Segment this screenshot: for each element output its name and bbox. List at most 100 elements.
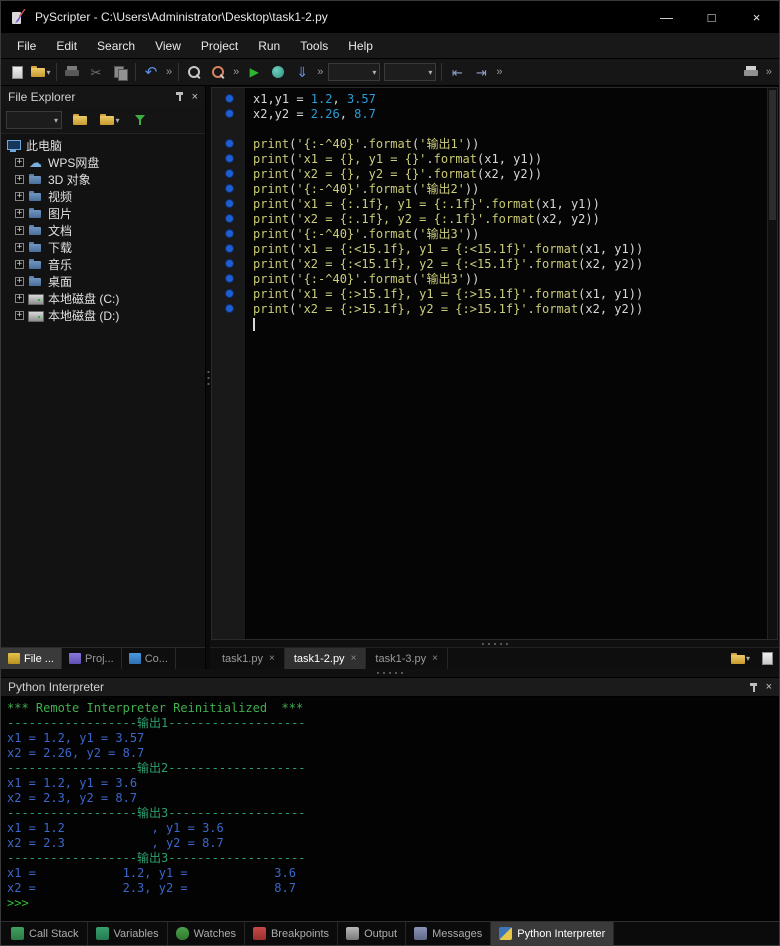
explorer-path-combo[interactable]: ▾ xyxy=(6,111,62,129)
tree-item[interactable]: + ☁ WPS网盘 xyxy=(1,154,205,171)
explorer-tab-file[interactable]: File ... xyxy=(1,648,62,669)
maximize-button[interactable]: □ xyxy=(689,1,734,33)
panel-close-icon[interactable]: × xyxy=(192,91,198,103)
pin-icon[interactable] xyxy=(174,91,185,102)
new-module-button[interactable] xyxy=(756,648,779,669)
explorer-tab-proj[interactable]: Proj... xyxy=(62,648,122,669)
tree-expander-icon[interactable]: + xyxy=(15,192,24,201)
bottom-tab-watches[interactable]: Watches xyxy=(168,922,245,945)
open-file-button[interactable]: ▾ xyxy=(29,61,53,83)
dedent-button[interactable]: ⇤ xyxy=(445,61,469,83)
code-line[interactable]: print('x1 = {}, y1 = {}'.format(x1, y1)) xyxy=(212,151,766,166)
tab-close-icon[interactable]: × xyxy=(269,653,275,664)
toolbar-overflow-chevron[interactable]: » xyxy=(314,66,326,78)
bottom-tab-variables[interactable]: Variables xyxy=(88,922,168,945)
minimize-button[interactable]: — xyxy=(644,1,689,33)
debug-button[interactable] xyxy=(266,61,290,83)
tab-close-icon[interactable]: × xyxy=(432,653,438,664)
indent-button[interactable]: ⇥ xyxy=(469,61,493,83)
menu-file[interactable]: File xyxy=(7,33,46,58)
bottom-tab-python[interactable]: Python Interpreter xyxy=(491,922,615,945)
menu-help[interactable]: Help xyxy=(338,33,383,58)
code-line[interactable] xyxy=(212,121,766,136)
tree-expander-icon[interactable]: + xyxy=(15,277,24,286)
editor-tab[interactable]: task1-3.py × xyxy=(366,648,448,669)
tree-item[interactable]: +3D 对象 xyxy=(1,171,205,188)
menu-edit[interactable]: Edit xyxy=(46,33,87,58)
close-button[interactable]: × xyxy=(734,1,779,33)
code-line[interactable]: print('{:-^40}'.format('输出3')) xyxy=(212,271,766,286)
folder-options-button[interactable]: ▾ xyxy=(98,109,122,131)
explorer-tab-code[interactable]: Co... xyxy=(122,648,176,669)
code-line[interactable]: print('x1 = {:.1f}, y1 = {:.1f}'.format(… xyxy=(212,196,766,211)
tree-expander-icon[interactable]: + xyxy=(15,260,24,269)
step-button[interactable]: ⇓ xyxy=(290,61,314,83)
tree-item[interactable]: + 音乐 xyxy=(1,256,205,273)
toolbar-overflow-chevron[interactable]: » xyxy=(493,66,505,78)
menu-view[interactable]: View xyxy=(145,33,191,58)
toolbar-overflow-chevron[interactable]: » xyxy=(230,66,242,78)
print-button[interactable] xyxy=(60,61,84,83)
code-editor[interactable]: x1,y1 = 1.2, 3.57 x2,y2 = 2.26, 8.7 print(… xyxy=(211,87,778,640)
tab-close-icon[interactable]: × xyxy=(351,653,357,664)
tree-expander-icon[interactable]: + xyxy=(15,158,24,167)
tabs-list-button[interactable]: ▾ xyxy=(725,648,756,669)
code-line[interactable]: print('x2 = {}, y2 = {}'.format(x2, y2)) xyxy=(212,166,766,181)
toolbar-overflow-chevron[interactable]: » xyxy=(763,66,775,78)
tree-item[interactable]: + 桌面 xyxy=(1,273,205,290)
tree-expander-icon[interactable]: + xyxy=(15,311,24,320)
menu-search[interactable]: Search xyxy=(87,33,145,58)
tree-item[interactable]: + 下载 xyxy=(1,239,205,256)
editor-splitter-grip[interactable] xyxy=(210,640,779,647)
bottom-tab-messages[interactable]: Messages xyxy=(406,922,492,945)
tree-expander-icon[interactable]: + xyxy=(15,294,24,303)
tree-item[interactable]: + 文档 xyxy=(1,222,205,239)
bottom-tab-output[interactable]: Output xyxy=(338,922,407,945)
code-line[interactable]: x1,y1 = 1.2, 3.57 xyxy=(212,91,766,106)
menu-run[interactable]: Run xyxy=(248,33,290,58)
code-line[interactable]: print('x2 = {:.1f}, y2 = {:.1f}'.format(… xyxy=(212,211,766,226)
undo-button[interactable]: ↶ xyxy=(139,61,163,83)
code-line[interactable]: print('{:-^40}'.format('输出1')) xyxy=(212,136,766,151)
panel-close-icon[interactable]: × xyxy=(766,681,772,693)
filter-button[interactable] xyxy=(128,109,152,131)
editor-tab[interactable]: task1.py × xyxy=(213,648,285,669)
code-line[interactable]: print('x1 = {:>15.1f}, y1 = {:>15.1f}'.f… xyxy=(212,286,766,301)
copy-button[interactable] xyxy=(108,61,132,83)
menu-tools[interactable]: Tools xyxy=(290,33,338,58)
bottom-tab-callstack[interactable]: Call Stack xyxy=(3,922,88,945)
code-line[interactable]: print('{:-^40}'.format('输出2')) xyxy=(212,181,766,196)
tree-expander-icon[interactable]: + xyxy=(15,226,24,235)
code-line[interactable]: x2,y2 = 2.26, 8.7 xyxy=(212,106,766,121)
scrollbar-thumb[interactable] xyxy=(769,90,776,220)
horizontal-splitter[interactable] xyxy=(1,669,779,677)
bottom-tab-breakpoints[interactable]: Breakpoints xyxy=(245,922,339,945)
menu-project[interactable]: Project xyxy=(191,33,248,58)
find-button[interactable] xyxy=(182,61,206,83)
layout-combo[interactable]: ▾ xyxy=(384,63,437,81)
tree-item[interactable]: + 图片 xyxy=(1,205,205,222)
code-line[interactable]: print('x1 = {:<15.1f}, y1 = {:<15.1f}'.f… xyxy=(212,241,766,256)
cut-button[interactable]: ✂ xyxy=(84,61,108,83)
tree-expander-icon[interactable]: + xyxy=(15,243,24,252)
tree-item[interactable]: + 本地磁盘 (D:) xyxy=(1,307,205,324)
code-line[interactable] xyxy=(212,316,766,331)
editor-tab[interactable]: task1-2.py × xyxy=(284,648,367,669)
tree-item[interactable]: + 本地磁盘 (C:) xyxy=(1,290,205,307)
editor-vscrollbar[interactable] xyxy=(767,88,777,639)
open-folder-button[interactable] xyxy=(68,109,92,131)
code-line[interactable]: print('{:-^40}'.format('输出3')) xyxy=(212,226,766,241)
engine-combo[interactable]: ▾ xyxy=(328,63,381,81)
code-line[interactable]: print('x2 = {:<15.1f}, y2 = {:<15.1f}'.f… xyxy=(212,256,766,271)
tree-item[interactable]: 此电脑 xyxy=(1,137,205,154)
toolbar-overflow-chevron[interactable]: » xyxy=(163,66,175,78)
code-line[interactable]: print('x2 = {:>15.1f}, y2 = {:>15.1f}'.f… xyxy=(212,301,766,316)
print-file-button[interactable] xyxy=(739,61,763,83)
pin-icon[interactable] xyxy=(748,682,759,693)
find-in-files-button[interactable] xyxy=(206,61,230,83)
new-file-button[interactable] xyxy=(5,61,29,83)
interpreter-output[interactable]: *** Remote Interpreter Reinitialized ***… xyxy=(1,697,779,921)
tree-expander-icon[interactable]: + xyxy=(15,175,24,184)
tree-item[interactable]: + 视频 xyxy=(1,188,205,205)
tree-expander-icon[interactable]: + xyxy=(15,209,24,218)
